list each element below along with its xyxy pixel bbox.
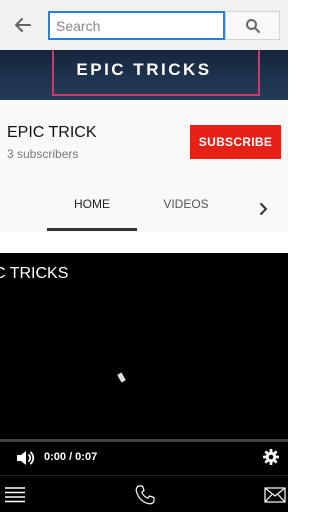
pointer-mark <box>117 372 126 383</box>
video-time: 0:00 / 0:07 <box>44 451 98 463</box>
back-button[interactable] <box>10 12 36 38</box>
tab-home[interactable]: HOME <box>47 195 137 231</box>
channel-header: EPIC TRICK 3 subscribers SUBSCRIBE HOME … <box>0 100 288 232</box>
video-player[interactable]: C TRICKS 0:00 / 0:07 <box>0 253 288 475</box>
mail-button[interactable] <box>263 484 287 506</box>
video-title: C TRICKS <box>0 265 69 282</box>
hamburger-menu-icon <box>5 487 25 503</box>
channel-name: EPIC TRICK <box>7 124 97 141</box>
bottom-nav-bar <box>0 475 288 512</box>
arrow-left-icon <box>15 18 31 32</box>
video-progress-bar[interactable] <box>0 439 288 442</box>
search-input[interactable] <box>50 13 223 38</box>
volume-icon <box>17 451 35 465</box>
search-icon <box>245 18 260 33</box>
tab-videos[interactable]: VIDEOS <box>140 195 232 231</box>
search-box[interactable] <box>48 11 225 40</box>
phone-button[interactable] <box>133 484 157 506</box>
phone-icon <box>135 485 155 505</box>
volume-button[interactable] <box>14 447 36 469</box>
gear-icon <box>263 449 279 465</box>
subscriber-count: 3 subscribers <box>7 147 79 161</box>
mail-icon <box>264 487 286 503</box>
search-button[interactable] <box>225 11 280 40</box>
banner-title: EPIC TRICKS <box>76 60 212 79</box>
top-search-bar <box>0 0 288 50</box>
subscribe-button[interactable]: SUBSCRIBE <box>190 125 281 159</box>
chevron-right-icon <box>260 203 267 215</box>
settings-button[interactable] <box>262 448 280 466</box>
menu-button[interactable] <box>3 484 27 506</box>
channel-banner: EPIC TRICKS <box>0 50 288 100</box>
more-tabs-button[interactable] <box>250 196 276 222</box>
